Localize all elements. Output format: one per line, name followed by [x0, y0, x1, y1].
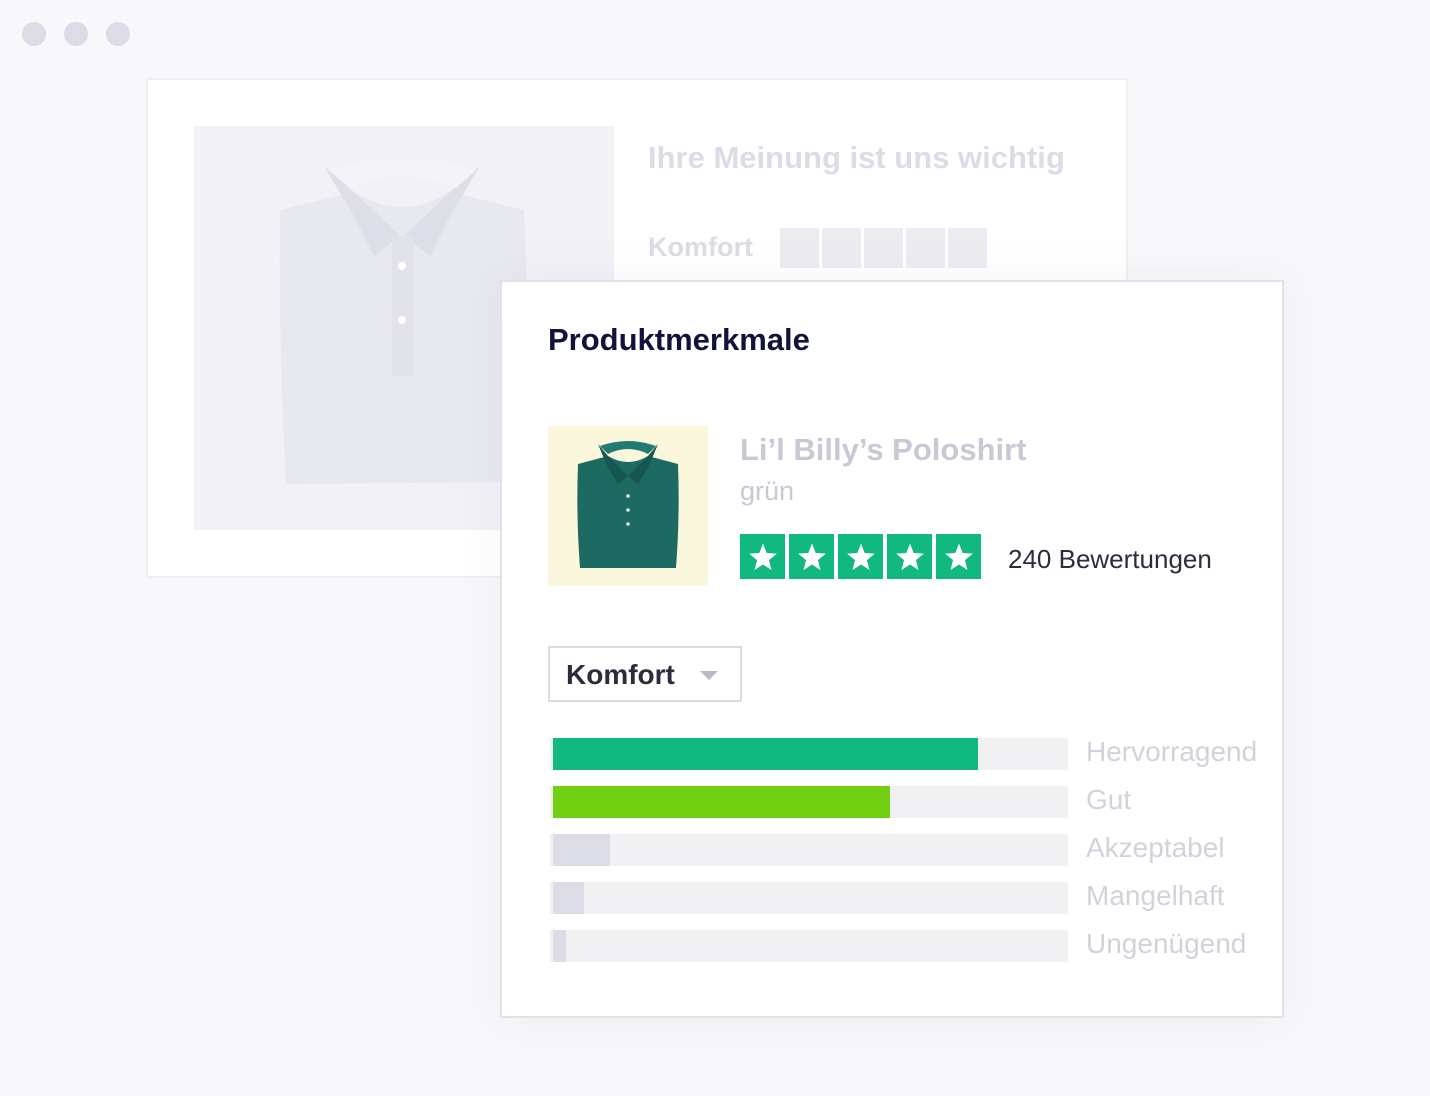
- star-icon: [740, 534, 785, 579]
- star-slot[interactable]: [864, 228, 903, 268]
- star-icon: [936, 534, 981, 579]
- star-slot[interactable]: [822, 228, 861, 268]
- star-slot[interactable]: [948, 228, 987, 268]
- bar-fill: [553, 738, 978, 770]
- window-dot: [64, 22, 88, 46]
- product-color-name: grün: [740, 476, 795, 506]
- bar-fill: [553, 882, 584, 914]
- review-count[interactable]: 240 Bewertungen: [1008, 544, 1212, 575]
- bar-label: Ungenügend: [1086, 928, 1247, 959]
- bar-track: [550, 882, 1068, 914]
- bar-label: Gut: [1086, 784, 1132, 815]
- chevron-down-icon: [700, 671, 718, 680]
- bar-label: Hervorragend: [1086, 736, 1258, 767]
- window-dot: [106, 22, 130, 46]
- dropdown-selected-value: Komfort: [566, 659, 675, 690]
- product-name: Li’l Billy’s Poloshirt: [740, 432, 1027, 467]
- product-thumbnail: [548, 426, 708, 586]
- bar-track: [550, 738, 1068, 770]
- window-dot: [22, 22, 46, 46]
- star-rating-display: [740, 534, 981, 579]
- feature-dropdown[interactable]: Komfort: [548, 646, 742, 702]
- star-icon: [838, 534, 883, 579]
- bar-fill: [553, 786, 890, 818]
- form-title: Ihre Meinung ist uns wichtig: [648, 140, 1065, 175]
- star-icon: [887, 534, 932, 579]
- product-features-card: Produktmerkmale Li’l Billy’s Poloshirt g…: [500, 280, 1284, 1018]
- bar-track: [550, 834, 1068, 866]
- star-icon: [789, 534, 834, 579]
- polo-shirt-icon: [577, 441, 679, 568]
- window-controls: [22, 22, 130, 46]
- bar-track: [550, 930, 1068, 962]
- bar-label: Akzeptabel: [1086, 832, 1225, 863]
- star-slot[interactable]: [780, 228, 819, 268]
- bar-fill: [553, 930, 566, 962]
- star-rating-input[interactable]: [780, 228, 987, 268]
- bar-fill: [553, 834, 610, 866]
- bar-track: [550, 786, 1068, 818]
- rating-label: Komfort: [648, 232, 753, 262]
- card-title: Produktmerkmale: [548, 322, 810, 357]
- bar-label: Mangelhaft: [1086, 880, 1225, 911]
- star-slot[interactable]: [906, 228, 945, 268]
